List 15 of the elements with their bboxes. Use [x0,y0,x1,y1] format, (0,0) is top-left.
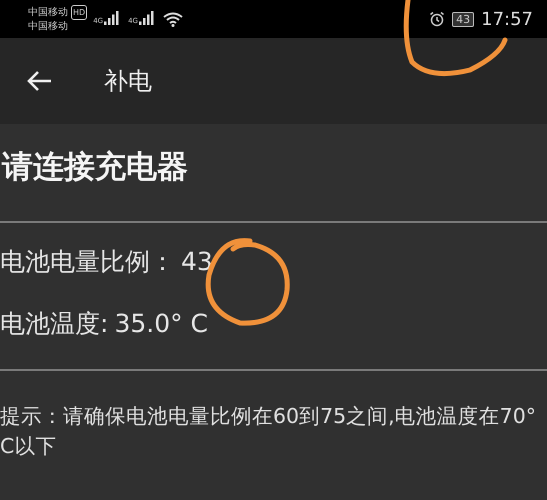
heading: 请连接充电器 [0,148,189,187]
hint-text: 提示：请确保电池电量比例在60到75之间,电池温度在70° C以下 [0,403,538,460]
wifi-icon [162,12,183,26]
screen-title: 补电 [104,66,152,97]
reading-label: 电池温度: [0,308,108,340]
reading-label: 电池电量比例： [0,246,175,278]
alarm-icon [429,11,446,27]
reading-value: 35.0° C [114,308,208,338]
carrier-label: 中国移动 [28,20,69,33]
reading-value: 43 [181,246,213,276]
back-arrow-icon[interactable] [26,70,52,92]
hd-badge: HD [71,5,88,20]
battery-level: 43 [452,12,474,26]
carrier-label: 中国移动 [28,6,68,19]
clock-time: 17:57 [481,8,533,30]
